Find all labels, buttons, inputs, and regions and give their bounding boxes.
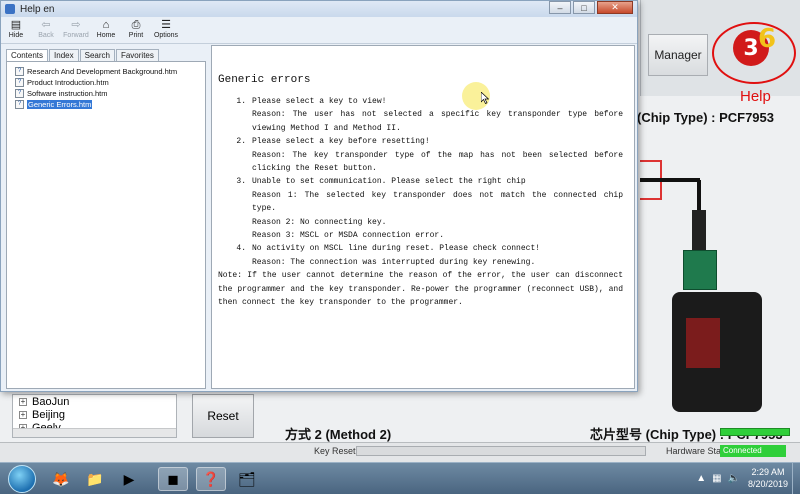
tab-favorites[interactable]: Favorites	[115, 49, 159, 61]
close-button[interactable]: ✕	[597, 1, 633, 14]
show-desktop-button[interactable]	[792, 463, 800, 494]
help-label: Help	[740, 88, 771, 105]
hardware-state-badge: Connected	[720, 445, 786, 457]
help-toolbar: ▤ Hide ⇦ Back ⇨ Forward ⌂ Home ⎙ Print ☰…	[1, 18, 637, 44]
tray-arrow-icon[interactable]: ▲	[696, 473, 706, 484]
tab-index[interactable]: Index	[49, 49, 79, 61]
key-reset-progress-bar	[356, 446, 646, 456]
windows-taskbar: 🦊 📁 ▶ ◼ ❓ 🗂 ▲ ▦ 🔈 2:29 AM 8/20/2019	[0, 462, 800, 494]
error-reason: Reason 3: MSCL or MSDA connection error.	[252, 231, 445, 241]
back-button[interactable]: ⇦ Back	[31, 18, 61, 44]
error-item-4: 4. No activity on MSCL line during reset…	[236, 244, 541, 254]
maximize-button[interactable]: □	[573, 1, 595, 14]
error-item-1: 1. Please select a key to view!	[236, 97, 387, 106]
programmer-device-screen	[686, 318, 720, 368]
error-reason: Reason 2: No connecting key.	[252, 217, 387, 227]
clock-date: 8/20/2019	[747, 479, 788, 489]
help-page-icon: ?	[15, 77, 24, 87]
home-icon: ⌂	[102, 19, 110, 31]
mouse-pointer-icon	[481, 92, 489, 104]
help-window: Help en – □ ✕ ▤ Hide ⇦ Back ⇨ Forward ⌂ …	[0, 0, 638, 392]
back-arrow-icon: ⇦	[41, 19, 51, 31]
help-page-icon: ?	[15, 88, 24, 98]
hide-button[interactable]: ▤ Hide	[1, 18, 31, 44]
home-button[interactable]: ⌂ Home	[91, 18, 121, 44]
start-button-icon[interactable]	[8, 465, 36, 493]
brand-item[interactable]: + Beijing	[13, 408, 176, 421]
expand-icon[interactable]: +	[19, 410, 27, 419]
system-tray: ▲ ▦ 🔈	[696, 473, 740, 484]
folder-icon[interactable]: 📁	[80, 467, 110, 491]
error-reason: Reason: The user has not selected a spec…	[252, 110, 623, 133]
page-title: Generic errors	[218, 74, 311, 86]
help-logo-six: 6	[758, 24, 777, 54]
forward-button[interactable]: ⇨ Forward	[61, 18, 91, 44]
network-icon[interactable]: ▦	[712, 473, 721, 484]
options-icon: ☰	[161, 19, 171, 31]
options-button[interactable]: ☰ Options	[151, 18, 181, 44]
media-player-icon[interactable]: ▶	[114, 467, 144, 491]
toc-item-product-introduction[interactable]: ? Product Introduction.htm	[7, 77, 205, 87]
device-plug	[692, 210, 706, 250]
device-cable-vertical	[697, 180, 701, 210]
toc-item-research[interactable]: ? Research And Development Background.ht…	[7, 66, 205, 76]
contents-tree: ? Research And Development Background.ht…	[6, 61, 206, 389]
volume-icon[interactable]: 🔈	[728, 473, 740, 484]
firefox-icon[interactable]: 🦊	[46, 467, 76, 491]
help-page-icon: ?	[15, 99, 24, 109]
help-page-icon: ?	[15, 66, 24, 76]
error-item-2: 2. Please select a key before resetting!	[236, 137, 430, 147]
app-icon-6[interactable]: 🗂	[232, 467, 262, 491]
chip-type-label-top: (Chip Type) : PCF7953	[637, 110, 775, 125]
print-button[interactable]: ⎙ Print	[121, 18, 151, 44]
method-2-label: 方式 2 (Method 2)	[285, 427, 392, 442]
toc-item-software-instruction[interactable]: ? Software instruction.htm	[7, 88, 205, 98]
status-indicator-green	[720, 428, 790, 436]
device-cable	[640, 178, 700, 182]
key-reset-label: Key Reset:	[314, 446, 359, 456]
help-app-icon	[5, 4, 15, 14]
error-item-3: 3. Unable to set communication. Please s…	[236, 177, 526, 187]
clock-time: 2:29 AM	[751, 467, 785, 477]
toc-item-generic-errors[interactable]: ? Generic Errors.htm	[7, 99, 205, 109]
error-list: 1. Please select a key to view! Reason: …	[218, 95, 623, 310]
clock[interactable]: 2:29 AM 8/20/2019	[748, 466, 788, 490]
key-transponder-board	[683, 250, 717, 290]
programmer-app-icon[interactable]: ◼	[158, 467, 188, 491]
help-window-icon[interactable]: ❓	[196, 467, 226, 491]
help-content-pane[interactable]: Generic errors 1. Please select a key to…	[211, 45, 635, 389]
help-window-title: Help en	[20, 3, 55, 15]
manager-button[interactable]: Manager	[648, 34, 708, 76]
minimize-button[interactable]: –	[549, 1, 571, 14]
tab-search[interactable]: Search	[79, 49, 115, 61]
help-title-bar[interactable]: Help en – □ ✕	[1, 1, 637, 17]
error-note: Note: If the user cannot determine the r…	[218, 271, 623, 308]
expand-icon[interactable]: +	[19, 397, 27, 406]
help-nav-tabs: Contents Index Search Favorites	[6, 49, 160, 61]
error-reason: Reason: The connection was interrupted d…	[252, 257, 536, 267]
brand-list-scrollbar[interactable]	[13, 428, 176, 437]
forward-arrow-icon: ⇨	[71, 19, 81, 31]
brand-tree-list[interactable]: + BaoJun + Beijing + Geely	[12, 394, 177, 438]
error-reason: Reason: The key transponder type of the …	[252, 150, 623, 174]
brand-item[interactable]: + BaoJun	[13, 395, 176, 408]
tab-contents[interactable]: Contents	[6, 49, 49, 61]
reset-button[interactable]: Reset	[192, 394, 254, 438]
hide-icon: ▤	[10, 19, 22, 31]
print-icon: ⎙	[131, 19, 141, 31]
error-reason: Reason 1: The selected key transponder d…	[252, 190, 623, 214]
